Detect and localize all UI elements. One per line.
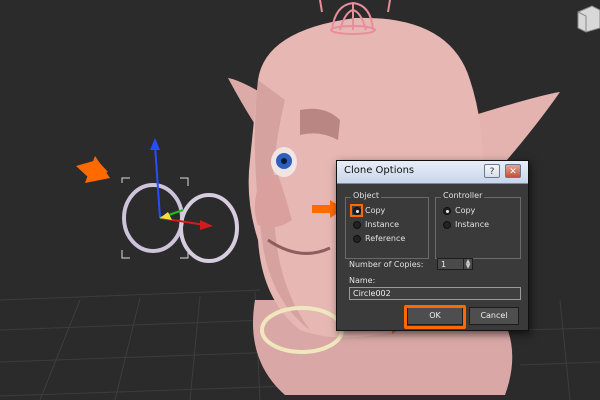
- close-button[interactable]: ✕: [505, 164, 521, 178]
- dialog-titlebar[interactable]: Clone Options ? ✕: [337, 161, 528, 184]
- selected-circle-object[interactable]: [121, 177, 189, 259]
- object-copy-label: Copy: [365, 206, 386, 215]
- clone-options-dialog: Clone Options ? ✕ Object Copy Instance R…: [336, 160, 529, 331]
- radio-button[interactable]: [443, 221, 451, 229]
- help-button[interactable]: ?: [484, 164, 500, 178]
- number-of-copies-value[interactable]: 1: [441, 259, 446, 270]
- radio-button-checked[interactable]: [443, 207, 451, 215]
- copy-highlight-box: [350, 204, 363, 217]
- controller-group: Controller Copy Instance: [435, 191, 521, 259]
- number-of-copies-spinner[interactable]: 1 ▲ ▼: [437, 258, 473, 270]
- name-input[interactable]: Circle002: [349, 287, 521, 300]
- spinner-arrows-icon[interactable]: ▲ ▼: [463, 259, 472, 270]
- viewcube-icon[interactable]: [577, 5, 600, 33]
- second-circle-object[interactable]: [179, 193, 239, 263]
- ok-button-label: OK: [429, 311, 441, 320]
- ok-button[interactable]: OK: [404, 305, 466, 329]
- name-label: Name:: [349, 276, 376, 285]
- object-group-label: Object: [351, 191, 382, 200]
- object-group: Object Copy Instance Reference: [345, 191, 429, 259]
- cancel-button[interactable]: Cancel: [469, 307, 519, 325]
- object-reference-label: Reference: [365, 234, 406, 243]
- controller-instance-label: Instance: [455, 220, 490, 229]
- 3d-viewport[interactable]: Clone Options ? ✕ Object Copy Instance R…: [0, 0, 600, 400]
- radio-button[interactable]: [353, 235, 361, 243]
- controller-group-label: Controller: [441, 191, 485, 200]
- controller-copy-label: Copy: [455, 206, 476, 215]
- dialog-title: Clone Options: [344, 165, 415, 176]
- object-instance-label: Instance: [365, 220, 400, 229]
- radio-button[interactable]: [353, 221, 361, 229]
- callout-arrow-icon: [76, 156, 110, 183]
- number-of-copies-label: Number of Copies:: [349, 260, 424, 269]
